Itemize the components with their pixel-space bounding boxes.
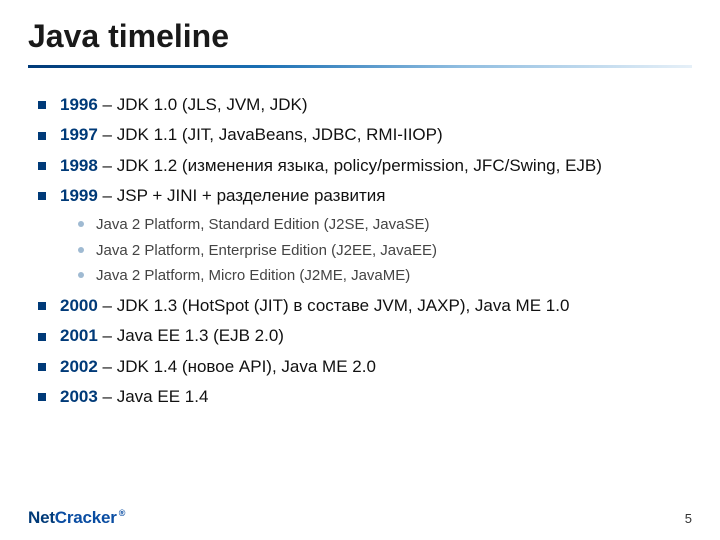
- bullet-item: 2001 – Java EE 1.3 (EJB 2.0): [38, 323, 690, 349]
- footer: NetCracker® 5: [0, 502, 720, 528]
- bullet-year: 2000: [60, 296, 98, 315]
- bullet-item: 1998 – JDK 1.2 (изменения языка, policy/…: [38, 153, 690, 179]
- bullet-text: – JDK 1.0 (JLS, JVM, JDK): [98, 95, 308, 114]
- bullet-item: 2002 – JDK 1.4 (новое API), Java ME 2.0: [38, 354, 690, 380]
- bullet-year: 1998: [60, 156, 98, 175]
- bullet-item: 1996 – JDK 1.0 (JLS, JVM, JDK): [38, 92, 690, 118]
- bullet-year: 2003: [60, 387, 98, 406]
- bullet-item: 2003 – Java EE 1.4: [38, 384, 690, 410]
- bullet-text: – JDK 1.4 (новое API), Java ME 2.0: [98, 357, 376, 376]
- logo: NetCracker®: [28, 508, 125, 528]
- bullet-year: 2001: [60, 326, 98, 345]
- slide-title: Java timeline: [0, 0, 720, 61]
- bullet-item: 1997 – JDK 1.1 (JIT, JavaBeans, JDBC, RM…: [38, 122, 690, 148]
- bullet-text: – Java EE 1.3 (EJB 2.0): [98, 326, 284, 345]
- sub-item: Java 2 Platform, Enterprise Edition (J2E…: [78, 238, 690, 264]
- bullet-year: 1996: [60, 95, 98, 114]
- bullet-text: – JDK 1.1 (JIT, JavaBeans, JDBC, RMI-IIO…: [98, 125, 443, 144]
- bullet-item: 1999 – JSP + JINI + разделение развития J…: [38, 183, 690, 289]
- bullet-text: – JSP + JINI + разделение развития: [98, 186, 386, 205]
- bullet-text: – JDK 1.2 (изменения языка, policy/permi…: [98, 156, 602, 175]
- content-area: 1996 – JDK 1.0 (JLS, JVM, JDK)1997 – JDK…: [0, 68, 720, 410]
- bullet-item: 2000 – JDK 1.3 (HotSpot (JIT) в составе …: [38, 293, 690, 319]
- bullet-year: 1999: [60, 186, 98, 205]
- logo-text-net: Net: [28, 508, 55, 527]
- slide: Java timeline 1996 – JDK 1.0 (JLS, JVM, …: [0, 0, 720, 540]
- bullet-text: – JDK 1.3 (HotSpot (JIT) в составе JVM, …: [98, 296, 570, 315]
- sub-list: Java 2 Platform, Standard Edition (J2SE,…: [60, 212, 690, 289]
- logo-registered: ®: [119, 508, 125, 518]
- bullet-text: – Java EE 1.4: [98, 387, 209, 406]
- sub-item: Java 2 Platform, Standard Edition (J2SE,…: [78, 212, 690, 238]
- sub-item: Java 2 Platform, Micro Edition (J2ME, Ja…: [78, 263, 690, 289]
- logo-text-cracker: Cracker: [55, 508, 117, 527]
- bullet-list: 1996 – JDK 1.0 (JLS, JVM, JDK)1997 – JDK…: [38, 92, 690, 410]
- page-number: 5: [685, 511, 692, 526]
- bullet-year: 1997: [60, 125, 98, 144]
- bullet-year: 2002: [60, 357, 98, 376]
